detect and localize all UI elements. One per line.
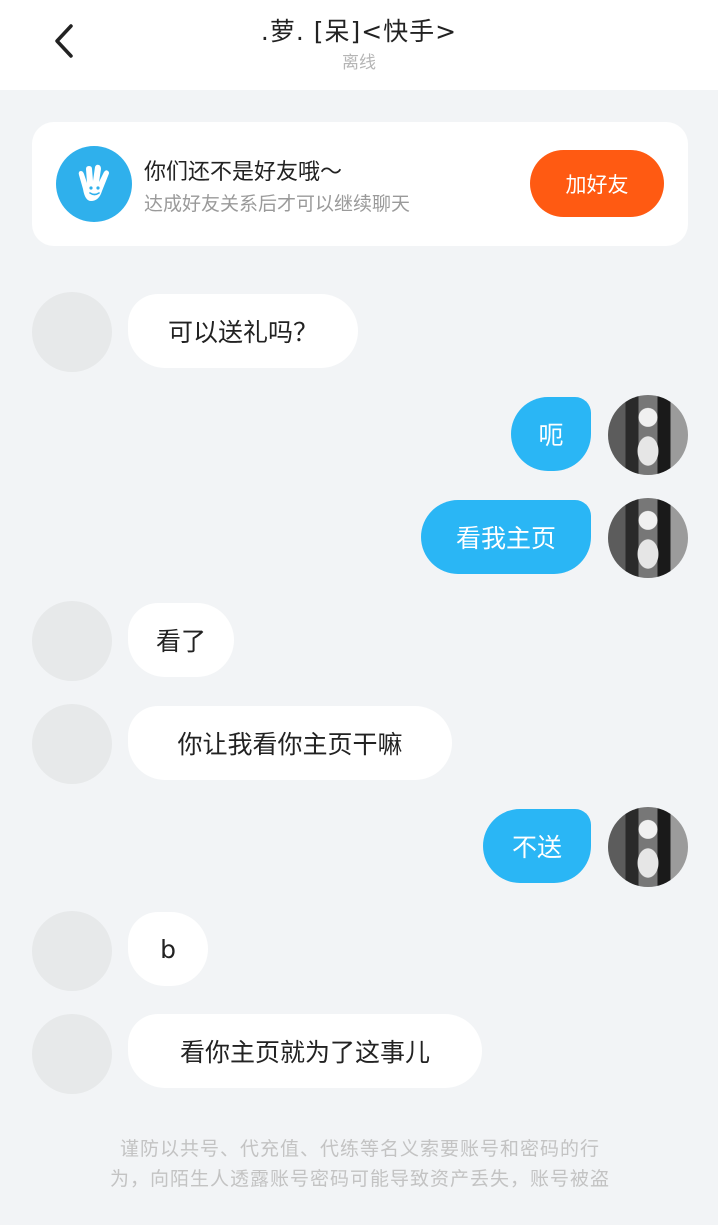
message-bubble-outgoing[interactable]: 呃 bbox=[511, 397, 591, 471]
security-warning-line: 谨防以共号、代充值、代练等名义索要账号和密码的行 bbox=[119, 1138, 600, 1160]
security-warning-line: 为，向陌生人透露账号密码可能导致资产丢失，账号被盗 bbox=[109, 1168, 610, 1190]
security-warning: 谨防以共号、代充值、代练等名义索要账号和密码的行 为，向陌生人透露账号密码可能导… bbox=[55, 1134, 665, 1194]
message-bubble-incoming[interactable]: b bbox=[128, 912, 208, 986]
peer-avatar[interactable] bbox=[32, 704, 112, 784]
notice-subtitle: 达成好友关系后才可以继续聊天 bbox=[144, 193, 411, 215]
peer-avatar[interactable] bbox=[32, 292, 112, 372]
message-bubble-outgoing[interactable]: 不送 bbox=[483, 809, 591, 883]
header-bar: .萝. [呆]<快手> 离线 bbox=[0, 0, 718, 90]
hand-wave-icon bbox=[56, 146, 132, 222]
message-bubble-outgoing[interactable]: 看我主页 bbox=[421, 500, 591, 574]
online-status: 离线 bbox=[342, 53, 376, 73]
message-bubble-incoming[interactable]: 看了 bbox=[128, 603, 234, 677]
peer-avatar[interactable] bbox=[32, 601, 112, 681]
message-bubble-incoming[interactable]: 可以送礼吗？ bbox=[128, 294, 358, 368]
peer-avatar[interactable] bbox=[32, 1014, 112, 1094]
add-friend-button[interactable]: 加好友 bbox=[530, 150, 664, 217]
notice-title: 你们还不是好友哦～ bbox=[144, 160, 343, 185]
self-avatar[interactable] bbox=[608, 395, 688, 475]
self-avatar[interactable] bbox=[608, 807, 688, 887]
chat-title: .萝. [呆]<快手> bbox=[260, 17, 458, 46]
friend-notice-card: 你们还不是好友哦～ 达成好友关系后才可以继续聊天 加好友 bbox=[32, 122, 688, 246]
message-bubble-incoming[interactable]: 你让我看你主页干嘛 bbox=[128, 706, 452, 780]
peer-avatar[interactable] bbox=[32, 911, 112, 991]
message-bubble-incoming[interactable]: 看你主页就为了这事儿 bbox=[128, 1014, 482, 1088]
self-avatar[interactable] bbox=[608, 498, 688, 578]
